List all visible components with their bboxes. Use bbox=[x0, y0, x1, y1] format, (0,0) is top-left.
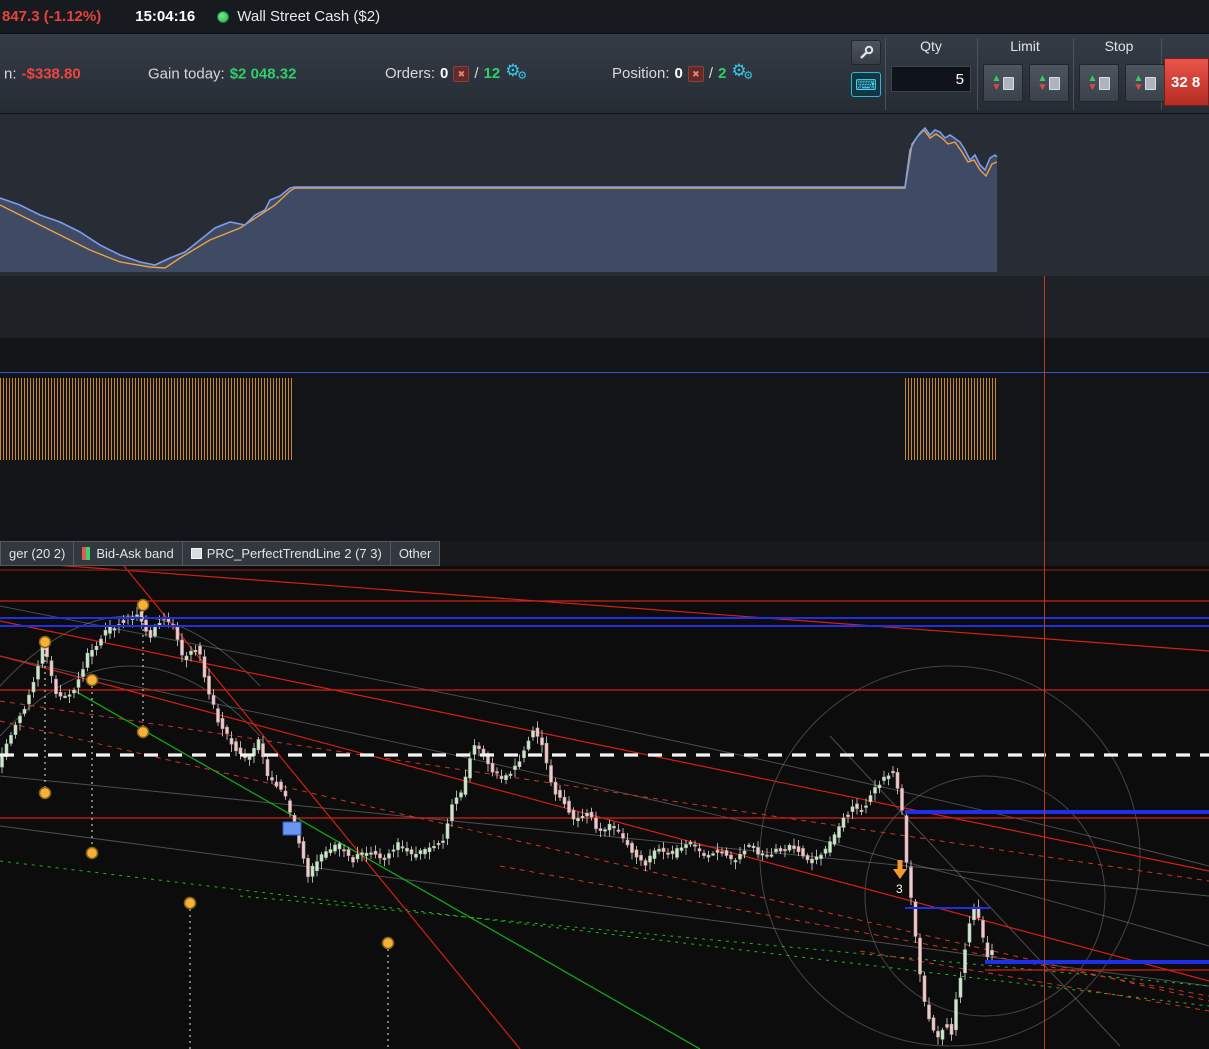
candlestick-chart: 3 bbox=[0, 560, 1209, 1049]
equity-curve-panel[interactable] bbox=[0, 114, 1209, 276]
wrench-icon bbox=[860, 45, 874, 59]
arrow-down-icon: ▼ bbox=[1037, 82, 1048, 93]
indicator-swatch-icon bbox=[190, 548, 202, 559]
order-entry-panel: ⌨ Qty Limit ▲▼ ▲▼ Stop ▲▼ ▲▼ bbox=[845, 34, 1209, 114]
orders-total: 12 bbox=[483, 65, 501, 82]
legend-bollinger[interactable]: ger (20 2) bbox=[0, 541, 75, 566]
limit-buy-button[interactable]: ▲ ▼ bbox=[1029, 64, 1069, 102]
keyboard-icon: ⌨ bbox=[855, 76, 877, 94]
limit-header: Limit bbox=[1010, 38, 1040, 54]
qty-input[interactable] bbox=[891, 66, 971, 92]
svg-text:3: 3 bbox=[896, 882, 903, 896]
orders-separator: / bbox=[474, 65, 479, 82]
close-position-icon[interactable]: ✖ bbox=[687, 65, 704, 82]
legend-label: Bid-Ask band bbox=[96, 546, 174, 561]
sell-market-button[interactable]: 32 8 bbox=[1164, 58, 1209, 106]
clock: 15:04:16 bbox=[135, 8, 196, 25]
gain-today-label: Gain today: bbox=[148, 65, 225, 82]
gain-label: n: bbox=[4, 65, 17, 82]
position-separator: / bbox=[708, 65, 714, 82]
legend-label: ger (20 2) bbox=[9, 546, 66, 561]
bid-ask-icon bbox=[82, 547, 91, 560]
orders-label: Orders: bbox=[385, 65, 436, 82]
position-label: Position: bbox=[612, 65, 670, 82]
instrument-price-change: 847.3 (-1.12%) bbox=[2, 8, 102, 25]
position-stat: Position: 0 ✖ / 2 ⚙ ⚙ bbox=[612, 61, 757, 85]
legend-label: Other bbox=[398, 546, 432, 561]
cancel-orders-icon[interactable]: ✖ bbox=[453, 65, 470, 82]
position-settings-gear-icon[interactable]: ⚙ ⚙ bbox=[731, 61, 757, 85]
stop-buy-button[interactable]: ▲ ▼ bbox=[1125, 64, 1165, 102]
strip-upper-band bbox=[0, 276, 1209, 338]
trading-platform-window: 847.3 (-1.12%) 15:04:16 Wall Street Cash… bbox=[0, 0, 1209, 1049]
gain-today-stat: Gain today: $2 048.32 bbox=[148, 65, 296, 82]
legend-other[interactable]: Other bbox=[390, 541, 441, 566]
price-chart-panel[interactable]: 3 bbox=[0, 560, 1209, 1049]
legend-label: PRC_PerfectTrendLine 2 (7 3) bbox=[206, 546, 382, 561]
legend-perfect-trendline[interactable]: PRC_PerfectTrendLine 2 (7 3) bbox=[182, 541, 391, 566]
indicator-legend: ger (20 2) Bid-Ask band PRC_PerfectTrend… bbox=[0, 541, 1209, 566]
arrow-down-icon: ▼ bbox=[991, 82, 1002, 93]
keyboard-button[interactable]: ⌨ bbox=[851, 72, 881, 97]
drawing-tool-button[interactable] bbox=[851, 40, 881, 65]
stats-bar: n: -$338.80 Gain today: $2 048.32 Orders… bbox=[0, 34, 1209, 114]
qty-header: Qty bbox=[920, 38, 942, 54]
sell-price: 32 8 bbox=[1171, 73, 1201, 91]
gain-stat: n: -$338.80 bbox=[4, 65, 81, 82]
order-ticket-icon bbox=[1099, 76, 1111, 90]
position-total: 2 bbox=[718, 65, 727, 82]
order-ticket-edit-icon bbox=[1049, 76, 1061, 90]
stop-header: Stop bbox=[1104, 38, 1134, 54]
volume-stripe-group bbox=[905, 378, 998, 460]
connection-status-icon bbox=[217, 10, 230, 23]
strip-baseline bbox=[0, 372, 1209, 373]
instrument-name: Wall Street Cash ($2) bbox=[237, 8, 381, 25]
title-bar: 847.3 (-1.12%) 15:04:16 Wall Street Cash… bbox=[0, 0, 1209, 34]
signal-strip-panel[interactable] bbox=[0, 276, 1209, 541]
volume-stripe-group bbox=[0, 378, 293, 460]
order-ticket-icon bbox=[1003, 76, 1015, 90]
arrow-down-icon: ▼ bbox=[1087, 82, 1098, 93]
gain-today-value: $2 048.32 bbox=[229, 65, 297, 82]
order-ticket-edit-icon bbox=[1145, 76, 1157, 90]
position-count: 0 bbox=[674, 65, 683, 82]
limit-sell-button[interactable]: ▲ ▼ bbox=[983, 64, 1023, 102]
arrow-down-icon: ▼ bbox=[1133, 82, 1144, 93]
equity-curve-chart bbox=[0, 126, 998, 272]
orders-count: 0 bbox=[440, 65, 449, 82]
gain-value: -$338.80 bbox=[21, 65, 81, 82]
stop-sell-button[interactable]: ▲ ▼ bbox=[1079, 64, 1119, 102]
legend-bid-ask-band[interactable]: Bid-Ask band bbox=[74, 541, 183, 566]
orders-settings-gear-icon[interactable]: ⚙ ⚙ bbox=[505, 61, 531, 85]
orders-stat: Orders: 0 ✖ / 12 ⚙ ⚙ bbox=[385, 61, 531, 85]
